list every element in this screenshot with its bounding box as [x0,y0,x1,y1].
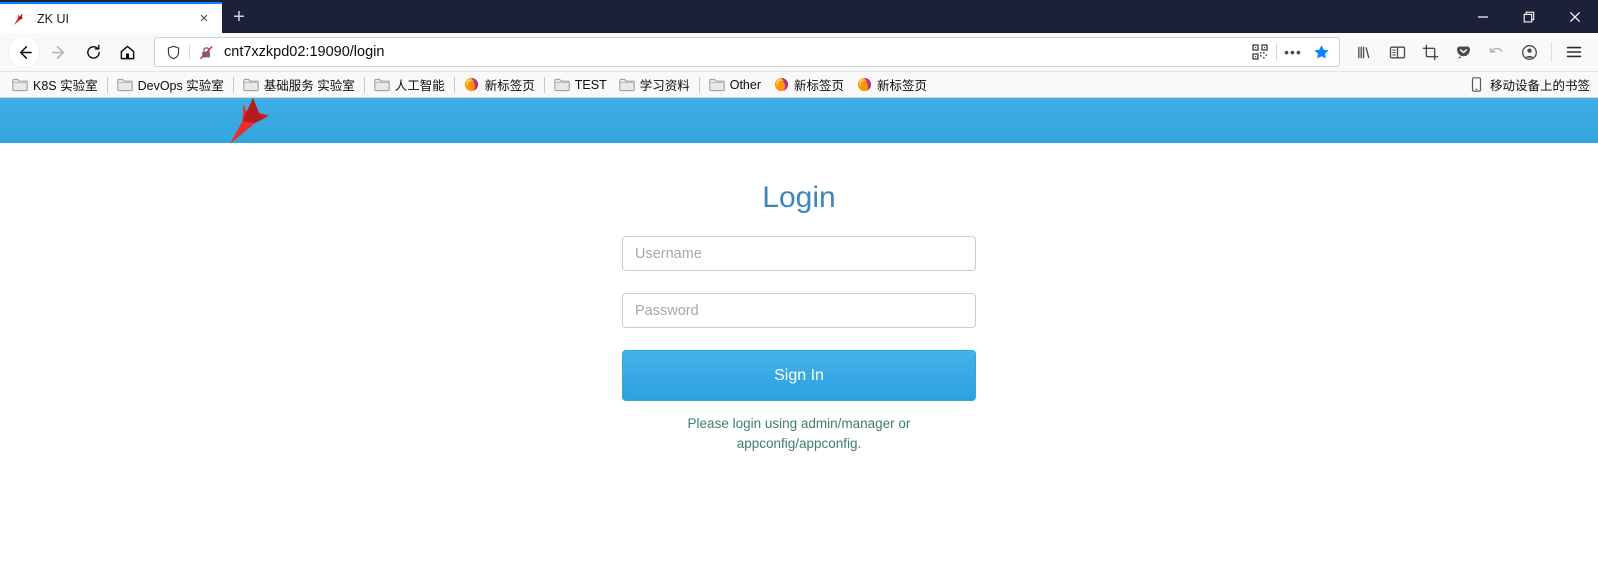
sign-in-button[interactable]: Sign In [622,350,976,401]
bookmark-label: Other [729,77,761,92]
window-minimize-button[interactable] [1460,0,1506,33]
bookmark-label: 人工智能 [394,79,445,93]
firefox-icon [464,77,480,93]
folder-icon [116,77,133,93]
bookmark-mobile-label: 移动设备上的书签 [1489,79,1590,93]
password-input[interactable] [622,293,976,328]
folder-icon [374,77,390,93]
bookmark-separator [232,76,234,93]
bookmark-label: DevOps 实验室 [137,79,224,93]
bookmark-item[interactable]: 人工智能 [368,74,451,96]
browser-titlebar: ZK UI × + [0,0,1598,33]
library-icon[interactable] [1348,35,1381,69]
qr-code-icon[interactable] [1246,39,1274,65]
bookmark-item[interactable]: DevOps 实验室 [111,74,230,96]
bookmark-item[interactable]: 新标签页 [850,74,933,96]
bookmark-label: 新标签页 [484,79,535,93]
window-restore-button[interactable] [1506,0,1552,33]
account-icon[interactable] [1513,35,1546,69]
bookmark-separator [453,76,455,93]
page-actions-button[interactable]: ••• [1279,39,1307,65]
urlbar-divider [189,44,190,60]
toolbar-divider [1551,42,1552,62]
zookeeper-bird-logo [228,94,288,146]
bookmark-separator [543,76,545,93]
browser-tab-zk-ui[interactable]: ZK UI × [0,2,222,33]
hamburger-menu-icon[interactable] [1557,35,1590,69]
url-text[interactable]: cnt7xzkpd02:19090/login [218,44,1246,60]
bookmark-items: K8S 实验室 DevOps 实验室 基础服务 实验室 人工智能 新标签页 TEST 学习资… [6,74,933,96]
mobile-device-icon [1469,77,1485,93]
bookmark-label: K8S 实验室 [33,79,98,93]
folder-icon [619,77,635,93]
window-close-button[interactable] [1552,0,1598,33]
window-controls [1460,0,1598,33]
bookmark-mobile-folder[interactable]: 移动设备上的书签 [1469,75,1590,94]
new-tab-button[interactable]: + [222,2,256,33]
tab-close-icon[interactable]: × [194,9,214,29]
bookmark-item[interactable]: 学习资料 [613,74,696,96]
forward-arrow-icon [42,35,76,69]
bookmark-item[interactable]: K8S 实验室 [6,74,104,96]
tab-strip: ZK UI × + [0,0,256,33]
page-title: Login [762,181,836,214]
urlbar-action-divider [1276,43,1277,61]
sidebar-icon[interactable] [1381,35,1414,69]
bookmark-separator [363,76,365,93]
folder-icon [554,77,570,93]
browser-tool-icons [1348,35,1590,69]
bookmark-item[interactable]: TEST [548,74,613,96]
sync-undo-icon[interactable] [1480,35,1513,69]
bookmark-item[interactable]: 基础服务 实验室 [237,74,361,96]
tab-title: ZK UI [37,11,69,26]
reload-icon[interactable] [76,35,110,69]
bookmark-label: 新标签页 [877,79,928,93]
bookmark-label: 新标签页 [794,79,845,93]
folder-icon [12,77,28,93]
home-icon[interactable] [110,35,144,69]
login-form: Login Sign In Please login using admin/m… [622,143,976,453]
address-bar[interactable]: cnt7xzkpd02:19090/login ••• [154,37,1340,67]
bookmark-label: 基础服务 实验室 [263,79,355,93]
folder-icon [243,77,259,93]
page-viewport: Login Sign In Please login using admin/m… [0,98,1598,573]
insecure-crossed-lock-icon[interactable] [194,45,218,60]
firefox-icon [773,77,789,93]
login-hint-text: Please login using admin/manager or appc… [687,416,911,451]
zookeeper-bird-icon [12,11,28,27]
bookmark-separator [698,76,700,93]
bookmark-star-filled-icon[interactable] [1307,39,1335,65]
bookmark-label: 学习资料 [639,79,690,93]
bookmark-separator [106,76,108,93]
bookmark-item[interactable]: 新标签页 [458,74,541,96]
back-arrow-icon[interactable] [8,36,40,68]
browser-navigation-toolbar: cnt7xzkpd02:19090/login ••• [0,33,1598,72]
bookmark-label: TEST [574,77,607,92]
app-navbar [0,98,1598,144]
bookmark-item[interactable]: 新标签页 [767,74,850,96]
tracking-protection-shield-icon[interactable] [161,45,185,60]
firefox-icon [856,77,872,93]
pocket-icon[interactable] [1447,35,1480,69]
folder-icon [709,77,725,93]
screenshot-crop-icon[interactable] [1414,35,1447,69]
username-input[interactable] [622,236,976,271]
bookmark-item[interactable]: Other [703,74,767,96]
